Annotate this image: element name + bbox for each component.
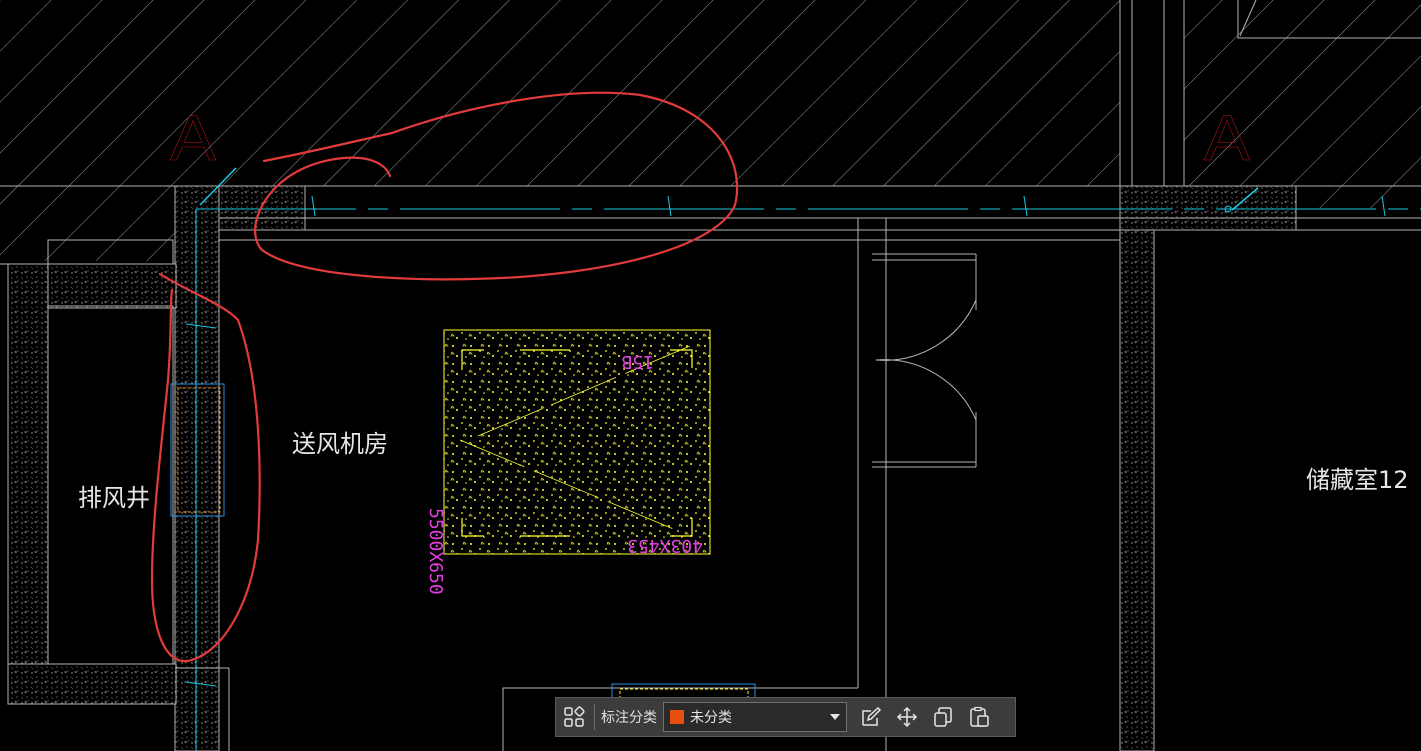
annotation-toolbar: 标注分类 未分类 bbox=[555, 697, 1016, 737]
move-icon bbox=[896, 706, 918, 728]
equipment-tag-bottom: 403X453 bbox=[627, 535, 703, 556]
toolbar-separator bbox=[594, 704, 595, 730]
chevron-down-icon bbox=[830, 714, 840, 720]
category-dropdown[interactable]: 未分类 bbox=[663, 702, 847, 732]
axis-label-a-left: A bbox=[170, 102, 216, 174]
edit-icon bbox=[862, 706, 882, 726]
copy-icon bbox=[934, 707, 952, 727]
edit-button[interactable] bbox=[853, 698, 889, 736]
equipment-tag-side: 5500X650 bbox=[425, 508, 446, 595]
axis-label-a-right: A bbox=[1204, 102, 1250, 174]
cad-drawing-canvas[interactable]: A A 排风井 送风机房 储藏室12 15B 403X453 5500X650 bbox=[0, 0, 1421, 751]
room-labels: 排风井 送风机房 储藏室12 bbox=[78, 430, 1409, 512]
equipment-tag-top: 15B bbox=[621, 351, 654, 372]
layout-button[interactable] bbox=[556, 698, 592, 736]
move-button[interactable] bbox=[889, 698, 925, 736]
four-squares-icon bbox=[564, 706, 585, 727]
double-door bbox=[872, 253, 977, 468]
equipment-pad bbox=[443, 329, 711, 555]
paste-button[interactable] bbox=[961, 698, 997, 736]
room-label-storage-room: 储藏室12 bbox=[1306, 466, 1409, 494]
axis-grid-lines bbox=[185, 167, 1421, 751]
room-label-exhaust-shaft: 排风井 bbox=[78, 484, 150, 512]
category-color-swatch bbox=[670, 710, 684, 724]
category-dropdown-value: 未分类 bbox=[690, 710, 732, 726]
category-label: 标注分类 bbox=[601, 710, 657, 726]
room-label-supply-fan-room: 送风机房 bbox=[292, 430, 388, 458]
copy-button[interactable] bbox=[925, 698, 961, 736]
paste-icon bbox=[970, 706, 989, 727]
